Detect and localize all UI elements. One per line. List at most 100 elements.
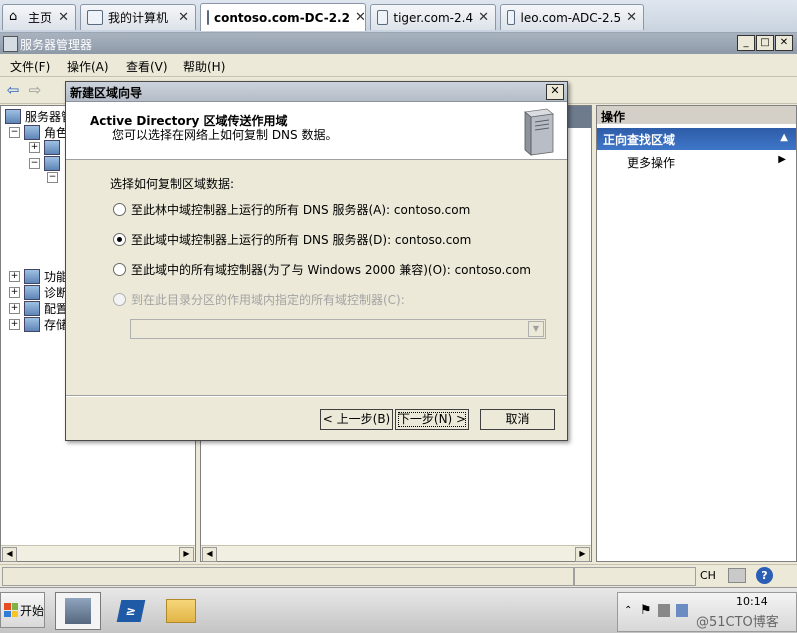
replication-prompt: 选择如何复制区域数据: [110,177,235,191]
vm-tab-bar: ⌂ 主页 ✕ 我的计算机 ✕ contoso.com-DC-2.2 ✕ tige… [0,0,797,33]
maximize-button[interactable]: □ [756,35,774,51]
menu-help[interactable]: 帮助(H) [183,58,225,75]
expand-icon[interactable]: + [9,303,20,314]
actions-header: 操作 [597,106,796,124]
tree-item-diagnostics[interactable]: + 诊断 [9,284,68,301]
tab-home[interactable]: ⌂ 主页 ✕ [2,4,76,30]
keyboard-icon[interactable] [728,568,746,583]
roles-icon [24,125,40,140]
server-manager-icon [3,36,18,52]
dialog-separator [66,395,567,397]
close-icon[interactable]: ✕ [58,10,69,25]
menu-action[interactable]: 操作(A) [67,58,109,75]
tab-label: 主页 [28,11,53,25]
config-icon [24,301,40,316]
menu-bar: 文件(F) 操作(A) 查看(V) 帮助(H) [0,54,797,77]
tree-item-features[interactable]: + 功能 [9,268,68,285]
tab-tiger[interactable]: tiger.com-2.4 ✕ [370,4,496,30]
back-button[interactable]: < 上一步(B) [320,409,393,430]
close-icon[interactable]: ✕ [626,10,637,25]
radio-button[interactable] [113,203,126,216]
close-icon[interactable]: ✕ [478,10,489,25]
menu-view[interactable]: 查看(V) [126,58,168,75]
radio-button [113,293,126,306]
close-icon[interactable]: ✕ [178,10,189,25]
watermark-text: @51CTO博客 [696,615,779,630]
start-button[interactable]: 开始 [0,592,45,628]
tree-item-dns[interactable]: + [29,140,60,155]
chevron-up-icon[interactable]: ⌃ [624,605,632,616]
radio-button[interactable] [113,233,126,246]
vm-icon [207,10,209,25]
scroll-right-icon[interactable]: ▶ [575,547,590,562]
dialog-close-button[interactable]: ✕ [546,84,564,100]
tab-label: 我的计算机 [108,11,169,25]
tree-item-config[interactable]: + 配置 [9,300,68,317]
server-manager-taskbar-button[interactable] [55,592,101,630]
expand-icon[interactable]: + [29,142,40,153]
start-label: 开始 [20,603,45,618]
server-manager-icon [65,598,91,624]
dialog-title: 新建区域向导 [70,86,143,100]
scroll-left-icon[interactable]: ◀ [2,547,17,562]
tree-item-root[interactable]: 服务器管 [5,108,73,125]
more-actions-link[interactable]: 更多操作 [627,154,675,171]
tab-contoso-dc[interactable]: contoso.com-DC-2.2 ✕ [200,3,366,31]
vm-icon [507,10,516,25]
next-button[interactable]: 下一步(N) > [395,409,469,430]
horizontal-scrollbar[interactable]: ◀ ▶ [201,545,591,562]
expand-icon[interactable]: + [9,287,20,298]
tree-item-zone[interactable]: − [47,172,58,183]
radio-label: 至此域中的所有域控制器(为了与 Windows 2000 兼容)(O): con… [131,263,531,277]
radio-button[interactable] [113,263,126,276]
tab-label: leo.com-ADC-2.5 [520,10,622,25]
forward-arrow-icon[interactable]: ⇨ [26,82,44,98]
radio-forest-dns[interactable]: 至此林中域控制器上运行的所有 DNS 服务器(A): contoso.com [113,201,470,218]
radio-directory-partition: 到在此目录分区的作用域内指定的所有域控制器(C): [113,291,405,308]
ime-indicator[interactable]: CH [700,569,716,582]
close-icon[interactable]: ✕ [355,10,366,25]
chevron-right-icon: ▶ [778,154,786,165]
scroll-left-icon[interactable]: ◀ [202,547,217,562]
help-icon[interactable]: ? [756,567,773,584]
status-panel [574,567,696,586]
expand-icon[interactable]: + [9,271,20,282]
collapse-icon[interactable]: − [47,172,58,183]
actions-section[interactable]: 正向查找区域 ▲ [597,128,796,150]
status-bar: CH ? [0,564,797,586]
collapse-icon[interactable]: − [29,158,40,169]
radio-domain-dns[interactable]: 至此域中域控制器上运行的所有 DNS 服务器(D): contoso.com [113,231,471,248]
tab-my-computer[interactable]: 我的计算机 ✕ [80,4,196,30]
powershell-icon: ≥ [116,600,146,622]
home-icon: ⌂ [9,9,18,24]
dns-icon [44,140,60,155]
back-arrow-icon[interactable]: ⇦ [4,82,22,98]
horizontal-scrollbar[interactable]: ◀ ▶ [1,545,195,562]
radio-domain-controllers[interactable]: 至此域中的所有域控制器(为了与 Windows 2000 兼容)(O): con… [113,261,531,278]
scroll-right-icon[interactable]: ▶ [179,547,194,562]
taskbar: 开始 ≥ ⌃ ⚑ 10:14 @51CTO博客 [0,587,797,633]
cancel-button[interactable]: 取消 [480,409,555,430]
tree-item-roles[interactable]: − 角色 [9,124,68,141]
new-zone-wizard-dialog: 新建区域向导 ✕ Active Directory 区域传送作用域 您可以选择在… [65,81,568,441]
volume-icon[interactable] [676,604,688,617]
radio-label: 至此林中域控制器上运行的所有 DNS 服务器(A): contoso.com [131,203,471,217]
minimize-button[interactable]: _ [737,35,755,51]
menu-file[interactable]: 文件(F) [10,58,50,75]
vm-icon [377,10,389,25]
explorer-taskbar-button[interactable] [158,592,204,630]
tab-leo[interactable]: leo.com-ADC-2.5 ✕ [500,4,644,30]
collapse-icon[interactable]: − [9,127,20,138]
clock[interactable]: 10:14 [736,595,768,608]
network-icon[interactable] [658,604,670,617]
tree-item-storage[interactable]: + 存储 [9,316,68,333]
collapse-up-icon[interactable]: ▲ [780,132,788,143]
expand-icon[interactable]: + [9,319,20,330]
radio-label: 到在此目录分区的作用域内指定的所有域控制器(C): [131,293,405,307]
powershell-taskbar-button[interactable]: ≥ [108,592,154,630]
computer-icon [87,10,103,25]
window-title: 服务器管理器 [20,38,93,52]
close-button[interactable]: ✕ [775,35,793,51]
tree-item-dns-server[interactable]: − [29,156,60,171]
flag-icon[interactable]: ⚑ [640,603,652,618]
